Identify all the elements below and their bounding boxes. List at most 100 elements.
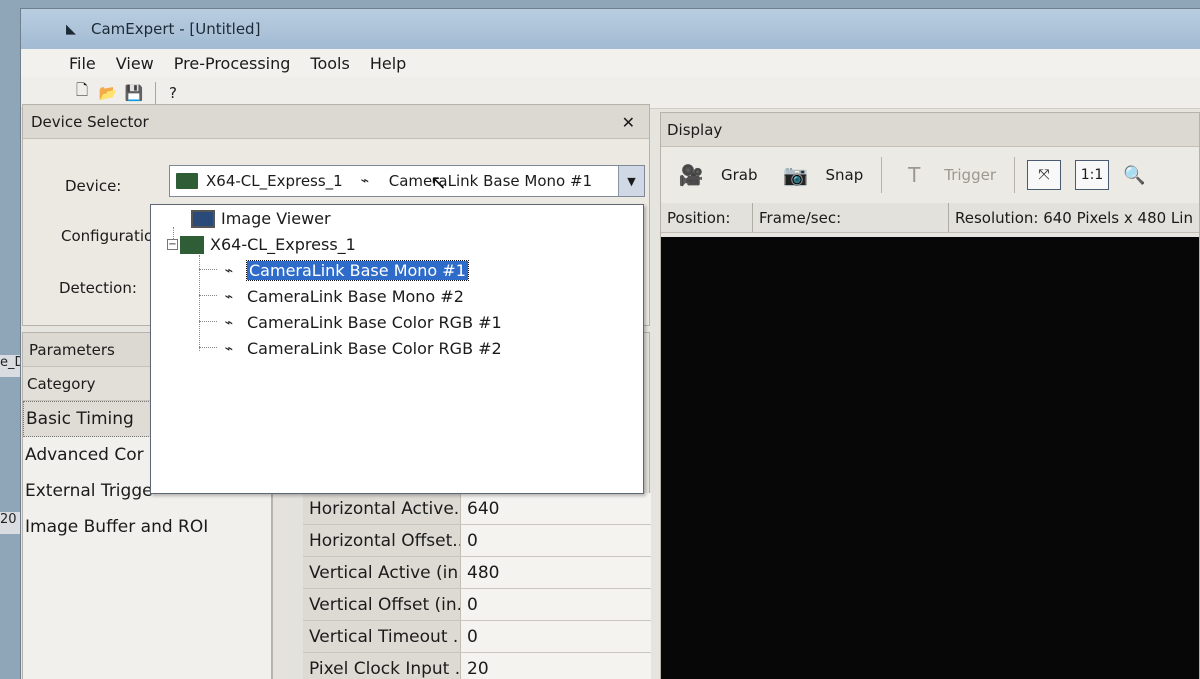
param-name: Pixel Clock Input ... — [303, 653, 461, 679]
grid-row[interactable]: Horizontal Active... 640 — [303, 493, 651, 525]
category-title: Category — [27, 374, 96, 393]
tree-label: CameraLink Base Mono #1 — [246, 260, 469, 281]
menu-pre-processing[interactable]: Pre-Processing — [174, 54, 291, 73]
camera-link-icon: ⌁ — [224, 288, 234, 305]
resolution-label: Resolution: 640 Pixels x 480 Lin — [955, 208, 1193, 227]
mouse-cursor-icon: ↖ — [430, 170, 447, 194]
menu-file[interactable]: File — [69, 54, 96, 73]
grid-row[interactable]: Pixel Clock Input ... 20 — [303, 653, 651, 679]
camera-link-icon: ⌁ — [224, 314, 234, 331]
device-selector-header: Device Selector ✕ — [23, 105, 649, 139]
toolbar-separator — [1014, 157, 1015, 193]
tree-line — [199, 295, 217, 296]
tree-label: CameraLink Base Color RGB #1 — [247, 313, 502, 332]
close-icon[interactable]: ✕ — [622, 113, 635, 132]
new-file-icon[interactable]: 🗋 — [71, 81, 93, 104]
device-dropdown-list: Image Viewer − X64-CL_Express_1 ⌁ Camera… — [150, 204, 644, 494]
collapse-icon[interactable]: − — [167, 239, 178, 250]
display-title: Display — [667, 120, 723, 139]
trigger-icon: T — [908, 163, 921, 187]
tree-line — [199, 269, 217, 270]
display-status-bar: Position: Frame/sec: Resolution: 640 Pix… — [661, 203, 1199, 233]
board-chip-icon — [180, 235, 204, 254]
display-toolbar: 🎥 Grab 📷 Snap T Trigger ⤧ 1:1 🔍 — [661, 147, 1199, 203]
device-selector-title: Device Selector — [31, 112, 149, 131]
param-value[interactable]: 480 — [461, 557, 651, 588]
camera-link-icon: ⌁ — [224, 340, 234, 357]
param-name: Horizontal Offset... — [303, 525, 461, 556]
detection-label: Detection: — [59, 279, 137, 297]
camera-link-icon: ⌁ — [224, 262, 234, 279]
display-panel: Display 🎥 Grab 📷 Snap T Trigger ⤧ 1:1 🔍 … — [660, 112, 1200, 679]
grab-label: Grab — [721, 166, 758, 184]
tree-line — [199, 347, 217, 348]
trigger-label: Trigger — [944, 166, 996, 184]
tree-line — [199, 321, 217, 322]
selected-board: X64-CL_Express_1 — [206, 172, 343, 190]
desktop-fragment: 20 — [0, 512, 20, 534]
monitor-icon — [191, 209, 215, 228]
menu-bar: File View Pre-Processing Tools Help — [21, 49, 1200, 77]
param-name: Vertical Active (in... — [303, 557, 461, 588]
category-label: Advanced Cor — [25, 445, 144, 465]
grid-row[interactable]: Vertical Active (in... 480 — [303, 557, 651, 589]
parameters-title: Parameters — [29, 340, 115, 359]
category-label: Basic Timing — [26, 409, 134, 429]
category-image-buffer-roi[interactable]: Image Buffer and ROI — [23, 509, 271, 545]
snapshot-camera-icon: 📷 — [783, 163, 808, 187]
desktop-fragment: e_D — [0, 355, 20, 377]
param-value[interactable]: 20 — [461, 653, 651, 679]
device-dropdown[interactable]: X64-CL_Express_1 ⌁ CameraLink Base Mono … — [169, 165, 645, 197]
zoom-1-1-button[interactable]: 1:1 — [1075, 160, 1109, 190]
display-header: Display — [661, 113, 1199, 147]
open-folder-icon[interactable]: 📂 — [97, 82, 119, 104]
help-icon[interactable]: ? — [162, 82, 184, 104]
snap-button[interactable]: 📷 Snap — [776, 160, 864, 190]
tree-camera-item[interactable]: ⌁ CameraLink Base Mono #2 — [217, 287, 464, 306]
tree-image-viewer[interactable]: Image Viewer — [191, 209, 331, 228]
chevron-down-icon[interactable]: ▼ — [618, 166, 644, 196]
tree-label: CameraLink Base Color RGB #2 — [247, 339, 502, 358]
param-value[interactable]: 0 — [461, 525, 651, 556]
tree-camera-item[interactable]: ⌁ CameraLink Base Color RGB #2 — [217, 339, 502, 358]
param-name: Horizontal Active... — [303, 493, 461, 524]
category-label: External Trigge — [25, 481, 153, 501]
toolbar-separator — [155, 81, 156, 104]
trigger-button[interactable]: T Trigger — [894, 160, 996, 190]
toolbar-separator — [881, 157, 883, 193]
video-camera-icon: 🎥 — [678, 163, 704, 187]
tree-label: X64-CL_Express_1 — [210, 235, 356, 254]
window-title: CamExpert - [Untitled] — [91, 20, 261, 38]
tree-camera-item[interactable]: ⌁ CameraLink Base Color RGB #1 — [217, 313, 502, 332]
param-name: Vertical Offset (in... — [303, 589, 461, 620]
save-icon[interactable]: 💾 — [123, 82, 145, 104]
menu-view[interactable]: View — [116, 54, 154, 73]
grid-rows: Horizontal Active... 640 Horizontal Offs… — [303, 493, 651, 679]
param-value[interactable]: 0 — [461, 621, 651, 652]
snap-label: Snap — [825, 166, 864, 184]
app-icon: ◣ — [66, 21, 76, 37]
fps-label: Frame/sec: — [753, 203, 949, 232]
grab-button[interactable]: 🎥 Grab — [671, 160, 758, 190]
menu-tools[interactable]: Tools — [310, 54, 349, 73]
zoom-icon[interactable]: 🔍 — [1123, 165, 1145, 186]
board-chip-icon — [176, 173, 198, 189]
tree-label: Image Viewer — [221, 209, 331, 228]
image-viewport[interactable] — [661, 237, 1199, 679]
tree-board[interactable]: − X64-CL_Express_1 — [167, 235, 356, 254]
param-value[interactable]: 640 — [461, 493, 651, 524]
menu-help[interactable]: Help — [370, 54, 406, 73]
selected-camera: CameraLink Base Mono #1 — [388, 172, 593, 190]
param-name: Vertical Timeout ... — [303, 621, 461, 652]
category-label: Image Buffer and ROI — [25, 517, 209, 537]
grid-row[interactable]: Horizontal Offset... 0 — [303, 525, 651, 557]
camera-link-icon: ⌁ — [360, 173, 370, 189]
device-label: Device: — [65, 177, 122, 195]
title-bar[interactable]: ◣ CamExpert - [Untitled] — [21, 9, 1200, 49]
param-value[interactable]: 0 — [461, 589, 651, 620]
fit-to-window-icon[interactable]: ⤧ — [1027, 160, 1061, 190]
grid-row[interactable]: Vertical Timeout ... 0 — [303, 621, 651, 653]
position-label: Position: — [661, 203, 753, 232]
grid-row[interactable]: Vertical Offset (in... 0 — [303, 589, 651, 621]
tree-camera-item[interactable]: ⌁ CameraLink Base Mono #1 — [217, 260, 469, 281]
